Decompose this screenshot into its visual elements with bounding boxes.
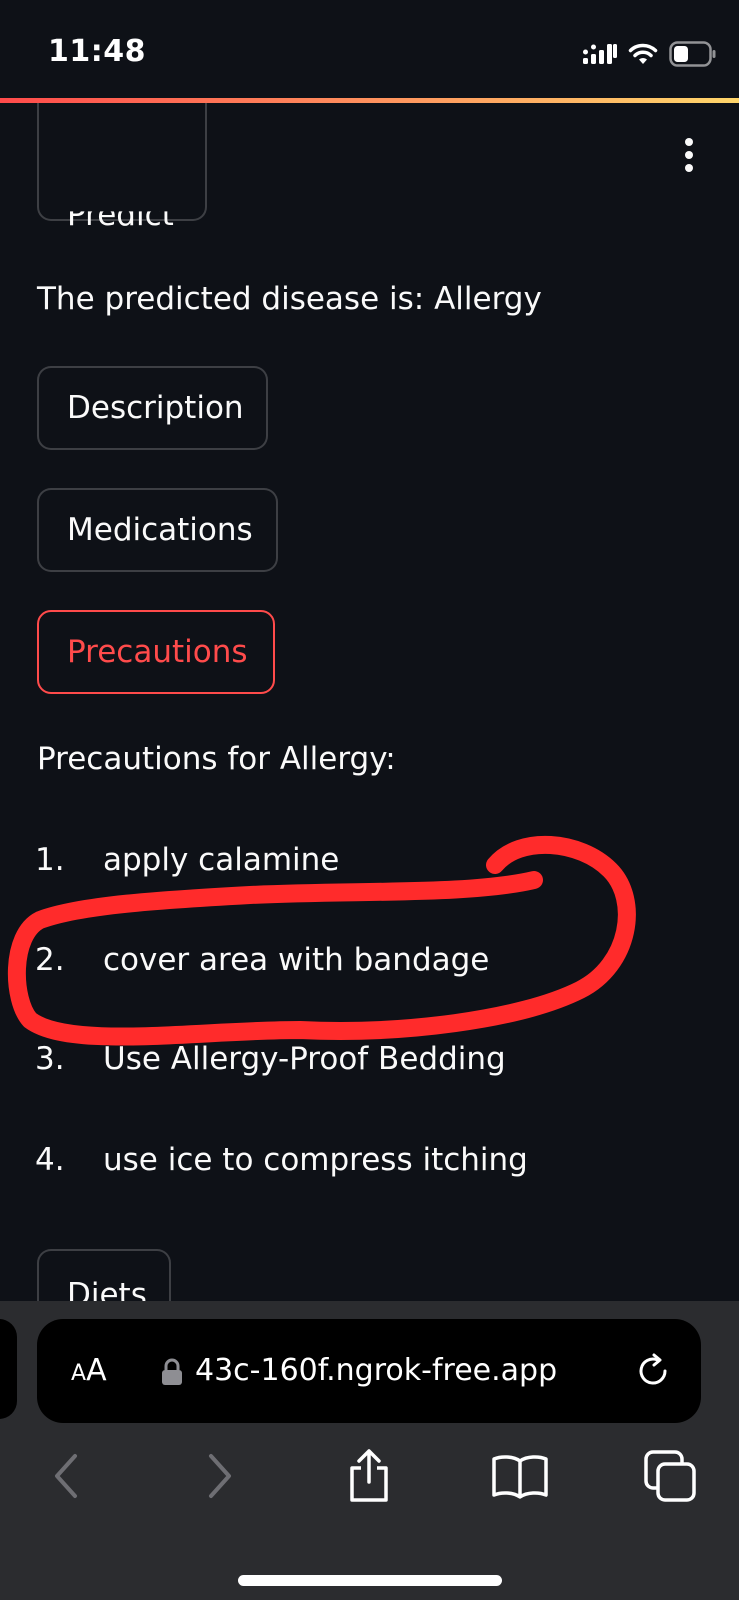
diets-button-label: Diets <box>67 1277 147 1301</box>
share-icon[interactable] <box>339 1446 399 1506</box>
forward-icon[interactable] <box>190 1446 250 1506</box>
text-size-button[interactable]: AA <box>71 1353 107 1388</box>
battery-icon <box>669 41 716 67</box>
signal-icon <box>583 44 617 64</box>
wifi-icon <box>628 43 658 64</box>
list-item-label: apply calamine <box>103 842 340 878</box>
precautions-heading: Precautions for Allergy: <box>37 741 396 777</box>
browser-toolbar <box>0 1426 739 1536</box>
status-time: 11:48 <box>48 34 146 69</box>
status-bar: 11:48 <box>0 0 739 100</box>
predict-button-label: Predict <box>67 197 174 233</box>
diets-button[interactable]: Diets <box>37 1249 171 1301</box>
list-item-label: use ice to compress itching <box>103 1142 528 1178</box>
text-size-large-label: A <box>86 1353 107 1388</box>
lock-icon <box>162 1358 182 1385</box>
back-icon[interactable] <box>36 1446 96 1506</box>
list-item-number: 3. <box>35 1041 65 1077</box>
app-content: Predict The predicted disease is: Allerg… <box>0 103 739 1301</box>
browser-bottom-bar: AA 43c-160f.ngrok-free.app <box>0 1301 739 1600</box>
precautions-button-label: Precautions <box>67 634 248 670</box>
predict-button[interactable]: Predict <box>37 103 207 233</box>
bookmarks-icon[interactable] <box>490 1446 550 1506</box>
description-button-label: Description <box>67 390 244 426</box>
precautions-button[interactable]: Precautions <box>37 610 275 694</box>
list-item-label: cover area with bandage <box>103 942 490 978</box>
tabs-icon[interactable] <box>640 1446 700 1506</box>
list-item-number: 2. <box>35 942 65 978</box>
address-bar[interactable]: AA 43c-160f.ngrok-free.app <box>37 1319 701 1423</box>
status-icons <box>583 38 717 70</box>
description-button[interactable]: Description <box>37 366 268 450</box>
list-item-number: 4. <box>35 1142 65 1178</box>
medications-button-label: Medications <box>67 512 253 548</box>
url-text: 43c-160f.ngrok-free.app <box>195 1353 558 1388</box>
list-item-number: 1. <box>35 842 65 878</box>
text-size-small-label: A <box>71 1361 87 1386</box>
medications-button[interactable]: Medications <box>37 488 278 572</box>
prediction-result: The predicted disease is: Allergy <box>37 281 542 317</box>
previous-tab-peek[interactable] <box>0 1319 17 1419</box>
home-indicator[interactable] <box>238 1575 502 1586</box>
list-item-label: Use Allergy-Proof Bedding <box>103 1041 506 1077</box>
reload-icon[interactable] <box>635 1353 671 1389</box>
